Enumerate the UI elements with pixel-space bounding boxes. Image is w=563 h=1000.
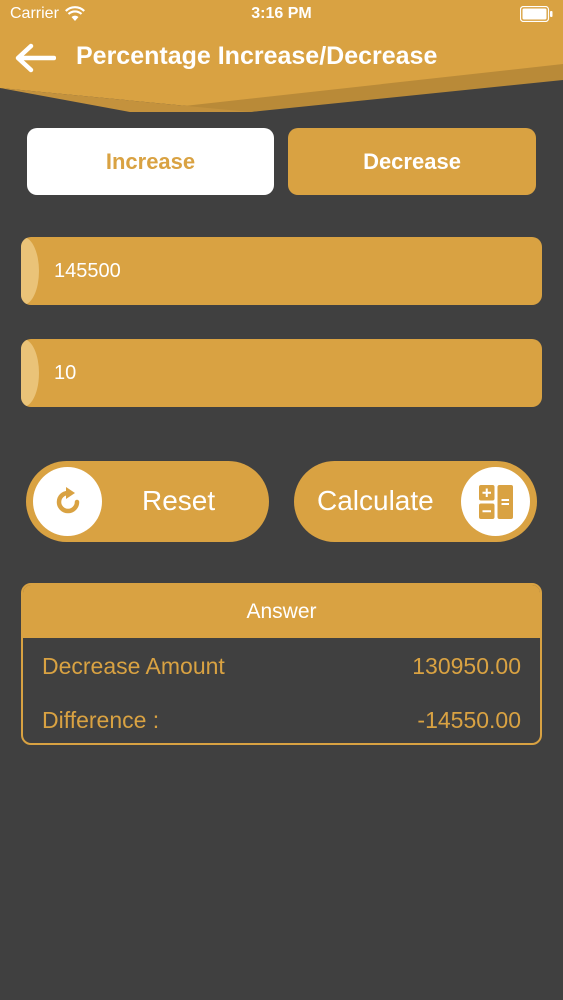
app-screen: Carrier 3:16 PM Percentage Increase/Decr… — [0, 0, 563, 1000]
back-button[interactable] — [12, 40, 58, 76]
status-time: 3:16 PM — [251, 5, 312, 22]
decrease-amount-value: 130950.00 — [412, 653, 521, 679]
answer-heading: Answer — [23, 585, 540, 638]
toggle-decrease-button[interactable]: Decrease — [288, 128, 536, 195]
amount-input[interactable] — [54, 237, 524, 305]
reset-label: Reset — [142, 485, 216, 516]
page-title: Percentage Increase/Decrease — [76, 42, 438, 70]
calculate-label: Calculate — [317, 485, 434, 516]
toggle-increase-button[interactable]: Increase — [27, 128, 274, 195]
decrease-amount-label: Decrease Amount — [42, 653, 225, 679]
calculate-icon-circle — [461, 467, 530, 536]
answer-row: Difference : -14550.00 — [42, 707, 521, 737]
calculator-icon — [478, 484, 513, 519]
difference-label: Difference : — [42, 707, 160, 733]
percent-field-container — [21, 339, 542, 407]
navigation-bar: Percentage Increase/Decrease — [0, 36, 563, 80]
answer-card: Answer Decrease Amount 130950.00 Differe… — [21, 583, 542, 745]
refresh-icon — [56, 486, 79, 513]
answer-row: Decrease Amount 130950.00 — [42, 653, 521, 683]
difference-value: -14550.00 — [417, 707, 521, 733]
arrow-left-icon — [15, 43, 56, 73]
percent-input[interactable] — [54, 339, 524, 407]
status-bar: Carrier 3:16 PM — [0, 0, 563, 30]
battery-icon — [520, 6, 553, 22]
amount-field-container — [21, 237, 542, 305]
reset-button[interactable]: Reset — [26, 461, 269, 542]
calculate-button[interactable]: Calculate — [294, 461, 537, 542]
reset-icon-circle — [33, 467, 102, 536]
